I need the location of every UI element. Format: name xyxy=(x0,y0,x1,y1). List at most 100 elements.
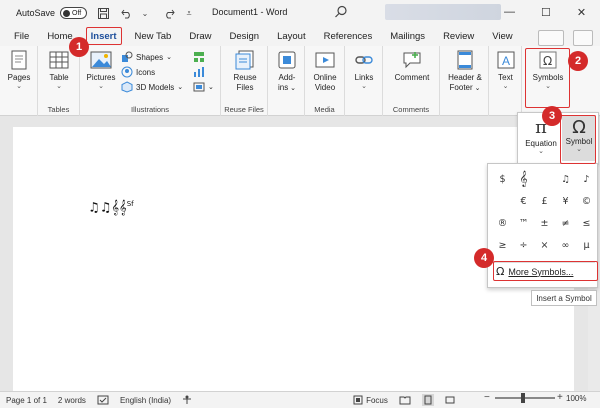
tab-new-tab[interactable]: New Tab xyxy=(126,27,181,45)
links-label: Links xyxy=(354,73,374,82)
tab-references[interactable]: References xyxy=(315,27,382,45)
symbol-cell[interactable]: ∞ xyxy=(555,234,576,256)
pages-icon xyxy=(8,49,30,71)
symbol-cell[interactable]: ♪ xyxy=(576,168,597,190)
screenshot-button[interactable]: ⌄ xyxy=(193,80,214,94)
online-video-button[interactable]: Online Video xyxy=(309,49,341,93)
symbol-cell[interactable]: ≤ xyxy=(576,212,597,234)
undo-icon[interactable] xyxy=(119,5,135,21)
print-layout-icon[interactable] xyxy=(421,394,434,406)
share-button[interactable] xyxy=(538,30,564,46)
symbol-cell[interactable]: $ xyxy=(492,168,513,190)
zoom-out-icon[interactable]: − xyxy=(484,392,490,403)
group-tables: Table ⌄ Tables xyxy=(38,46,80,116)
accessibility-icon[interactable] xyxy=(182,395,192,405)
language[interactable]: English (India) xyxy=(120,396,171,405)
symbol-cell[interactable]: £ xyxy=(534,190,555,212)
maximize-icon[interactable]: ☐ xyxy=(541,6,551,19)
focus-button[interactable]: Focus xyxy=(353,395,388,405)
symbol-cell[interactable]: ≥ xyxy=(492,234,513,256)
comment-button[interactable]: Comment xyxy=(389,49,435,83)
highlight-symbol xyxy=(560,115,596,164)
zoom-slider-handle[interactable] xyxy=(521,393,525,403)
word-count[interactable]: 2 words xyxy=(58,396,86,405)
ribbon-tabs: File Home Insert New Tab Draw Design Lay… xyxy=(0,26,600,46)
reuse-files-button[interactable]: Reuse Files xyxy=(227,49,263,93)
highlight-symbols xyxy=(525,48,570,108)
customize-qat-icon[interactable]: ⩡ xyxy=(181,5,197,21)
chart-icon xyxy=(194,67,204,77)
text-box-icon: A xyxy=(495,49,517,71)
add-ins-label-2: ins xyxy=(277,83,289,92)
header-footer-button[interactable]: Header & Footer ⌄ xyxy=(443,49,487,94)
symbol-cell[interactable]: ÷ xyxy=(513,234,534,256)
tab-design[interactable]: Design xyxy=(221,27,269,45)
read-mode-icon[interactable] xyxy=(399,395,411,405)
tab-review[interactable]: Review xyxy=(434,27,483,45)
redo-icon[interactable] xyxy=(161,5,177,21)
text-button[interactable]: A Text ⌄ xyxy=(492,49,519,91)
zoom-level[interactable]: 100% xyxy=(566,394,586,403)
table-icon xyxy=(48,49,70,71)
smartart-button[interactable] xyxy=(193,50,205,64)
save-icon[interactable] xyxy=(95,5,111,21)
reuse-label-2: Files xyxy=(236,83,254,92)
3d-models-label: 3D Models xyxy=(136,82,175,92)
symbol-cell[interactable]: ≠ xyxy=(555,212,576,234)
symbol-cell[interactable]: ± xyxy=(534,212,555,234)
table-label: Table xyxy=(49,73,69,82)
header-footer-label-2: Footer xyxy=(449,83,473,92)
chevron-down-icon: ⌄ xyxy=(177,84,184,91)
group-media: Online Video Media xyxy=(305,46,345,116)
chart-button[interactable] xyxy=(193,65,205,79)
web-layout-icon[interactable] xyxy=(445,395,455,405)
comments-button[interactable] xyxy=(573,30,593,46)
comment-label: Comment xyxy=(394,73,430,82)
add-ins-button[interactable]: Add- ins ⌄ xyxy=(272,49,302,94)
account-area[interactable] xyxy=(385,4,501,20)
reuse-label-1: Reuse xyxy=(233,73,257,82)
pages-label: Pages xyxy=(7,73,31,82)
tab-layout[interactable]: Layout xyxy=(268,27,315,45)
symbol-cell[interactable] xyxy=(534,168,555,190)
tab-view[interactable]: View xyxy=(483,27,521,45)
symbol-cell[interactable]: ♫ xyxy=(555,168,576,190)
search-icon[interactable] xyxy=(334,5,348,19)
group-label-illustrations: Illustrations xyxy=(131,105,169,114)
symbol-cell[interactable]: µ xyxy=(576,234,597,256)
tab-mailings[interactable]: Mailings xyxy=(381,27,434,45)
table-button[interactable]: Table ⌄ xyxy=(44,49,74,91)
minimize-icon[interactable]: — xyxy=(504,6,515,19)
zoom-slider[interactable] xyxy=(495,397,555,399)
chevron-down-icon: ⌄ xyxy=(538,148,544,155)
tab-insert[interactable]: Insert xyxy=(85,27,122,45)
symbol-cell[interactable]: ® xyxy=(492,212,513,234)
links-button[interactable]: Links ⌄ xyxy=(350,49,378,91)
symbol-cell[interactable]: € xyxy=(513,190,534,212)
chevron-down-icon[interactable]: ⌄ xyxy=(137,5,153,21)
tab-file[interactable]: File xyxy=(5,27,38,45)
proofing-icon[interactable] xyxy=(97,395,109,405)
3d-models-button[interactable]: 3D Models ⌄ xyxy=(121,80,183,94)
online-video-label-2: Video xyxy=(314,83,336,92)
page-count[interactable]: Page 1 of 1 xyxy=(6,396,47,405)
close-icon[interactable]: ✕ xyxy=(577,6,586,19)
reuse-files-icon xyxy=(234,49,256,71)
symbol-cell[interactable]: ¥ xyxy=(555,190,576,212)
link-icon xyxy=(353,49,375,71)
symbol-cell[interactable]: ™ xyxy=(513,212,534,234)
icons-button[interactable]: Icons xyxy=(121,65,155,79)
symbol-cell[interactable]: 𝄞 xyxy=(513,168,534,190)
shapes-button[interactable]: Shapes ⌄ xyxy=(121,50,172,64)
symbol-cell[interactable] xyxy=(492,190,513,212)
zoom-in-icon[interactable]: + xyxy=(557,392,563,403)
symbol-cell[interactable]: © xyxy=(576,190,597,212)
pictures-button[interactable]: Pictures ⌄ xyxy=(84,49,118,91)
symbol-cell[interactable]: × xyxy=(534,234,555,256)
autosave-toggle[interactable]: Off xyxy=(60,7,88,19)
callout-1: 1 xyxy=(69,37,89,57)
tab-draw[interactable]: Draw xyxy=(180,27,220,45)
pictures-label: Pictures xyxy=(86,73,116,82)
pages-button[interactable]: Pages ⌄ xyxy=(5,49,33,91)
status-bar: Page 1 of 1 2 words English (India) Focu… xyxy=(0,391,600,408)
